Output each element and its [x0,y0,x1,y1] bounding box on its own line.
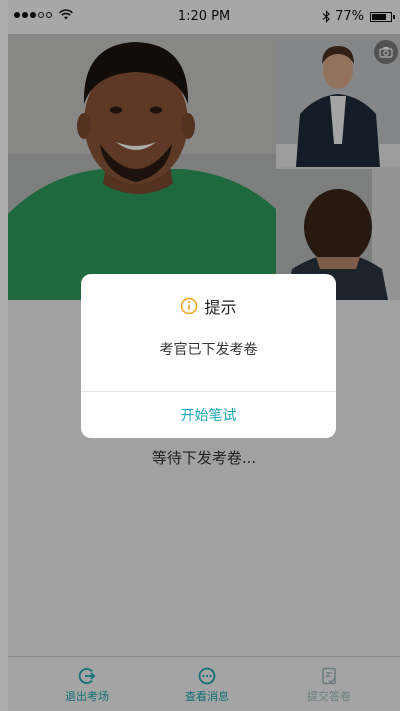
dialog-message: 考官已下发考卷 [159,342,258,358]
start-exam-button[interactable]: 开始笔试 [81,392,336,438]
dialog-header: 提示 [81,294,336,318]
notice-dialog: 提示 考官已下发考卷 开始笔试 [81,274,336,438]
info-icon [181,297,198,315]
dialog-title: 提示 [204,298,237,317]
